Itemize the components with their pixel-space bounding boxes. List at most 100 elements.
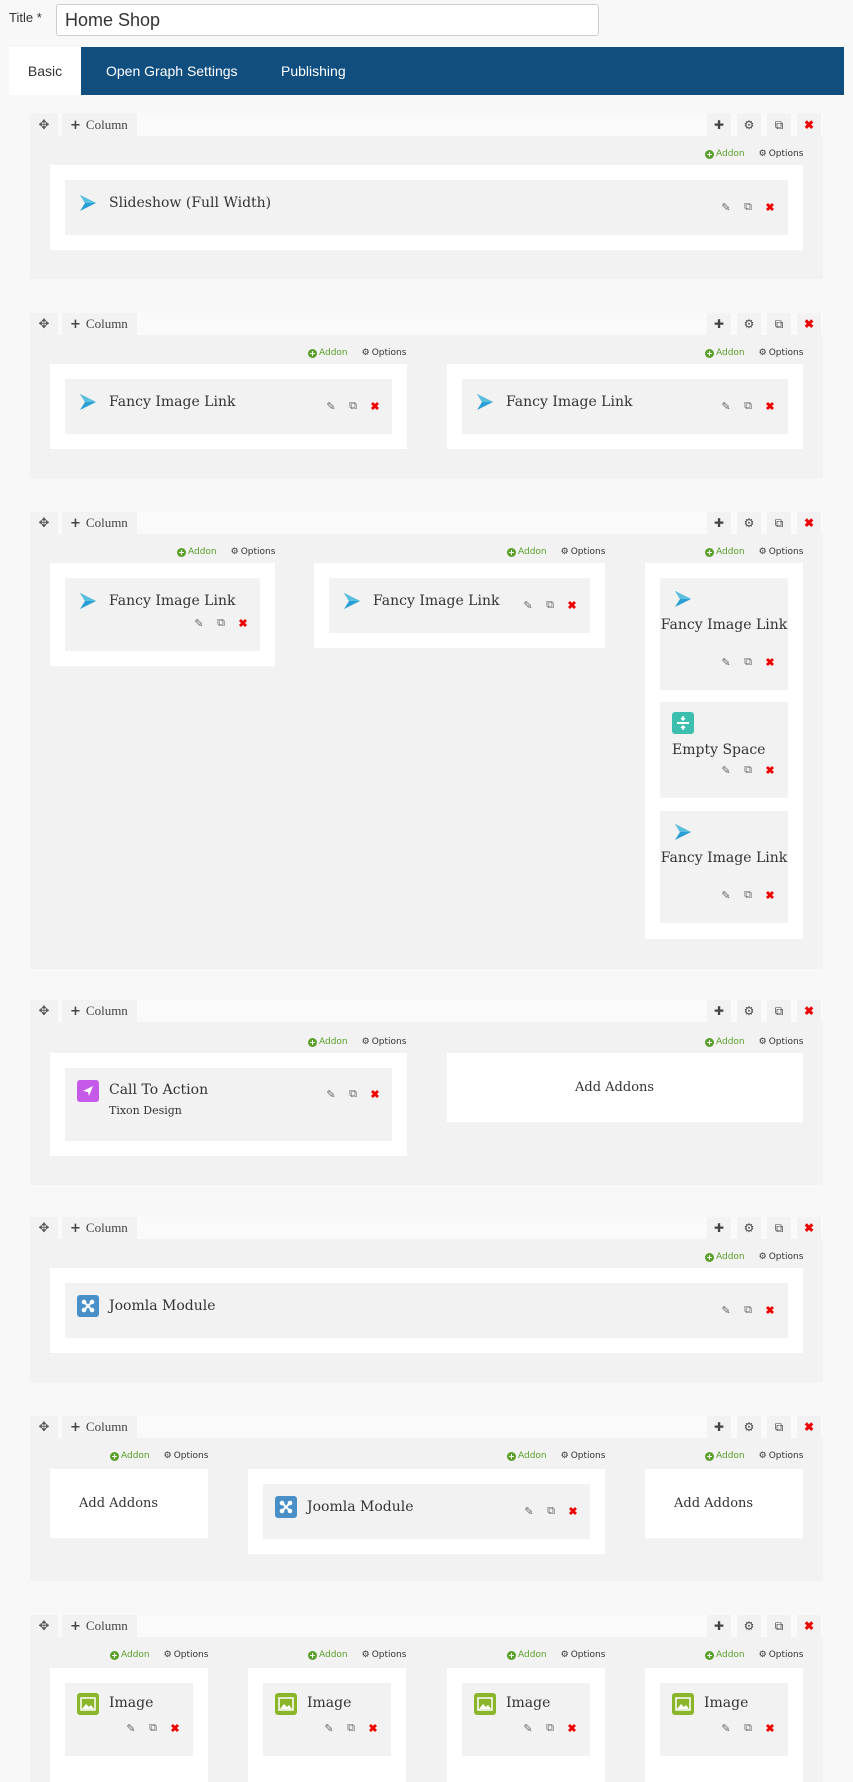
pencil-icon[interactable]: ✎	[720, 764, 732, 777]
close-icon[interactable]: ✖	[169, 1722, 181, 1735]
add-column-button[interactable]: + Column	[62, 1615, 137, 1637]
gear-icon[interactable]: ⚙	[737, 1000, 761, 1022]
add-column-button[interactable]: + Column	[62, 1217, 137, 1239]
add-row-button[interactable]: ✚	[707, 1416, 731, 1438]
column-options-button[interactable]: ⚙ Options	[759, 547, 804, 557]
copy-icon[interactable]: ⧉	[347, 400, 359, 412]
add-column-button[interactable]: + Column	[62, 313, 137, 335]
pencil-icon[interactable]: ✎	[720, 400, 732, 413]
add-row-button[interactable]: ✚	[707, 313, 731, 335]
addon-image[interactable]: Image ✎ ⧉ ✖	[65, 1683, 193, 1756]
add-addons-button[interactable]: Add Addons	[674, 1496, 753, 1511]
copy-icon[interactable]: ⧉	[767, 114, 791, 136]
tab-basic[interactable]: Basic	[9, 47, 81, 95]
pencil-icon[interactable]: ✎	[522, 599, 534, 612]
pencil-icon[interactable]: ✎	[325, 1088, 337, 1101]
addon-fancy-image-link[interactable]: Fancy Image Link ✎ ⧉ ✖	[462, 379, 788, 434]
close-icon[interactable]: ✖	[566, 1722, 578, 1735]
addon-slideshow[interactable]: Slideshow (Full Width) ✎ ⧉ ✖	[65, 180, 788, 235]
pencil-icon[interactable]: ✎	[325, 400, 337, 413]
add-addon-button[interactable]: + Addon	[308, 1037, 348, 1047]
close-icon[interactable]: ✖	[764, 201, 776, 214]
add-addon-button[interactable]: + Addon	[110, 1650, 150, 1660]
copy-icon[interactable]: ⧉	[215, 617, 227, 629]
column-options-button[interactable]: ⚙ Options	[362, 348, 407, 358]
copy-icon[interactable]: ⧉	[742, 656, 754, 668]
delete-row-icon[interactable]: ✖	[797, 1416, 821, 1438]
tab-open-graph-settings[interactable]: Open Graph Settings	[106, 47, 238, 95]
copy-icon[interactable]: ⧉	[767, 512, 791, 534]
add-addons-button[interactable]: Add Addons	[79, 1496, 158, 1511]
copy-icon[interactable]: ⧉	[347, 1088, 359, 1100]
copy-icon[interactable]: ⧉	[742, 1722, 754, 1734]
copy-icon[interactable]: ⧉	[767, 1416, 791, 1438]
close-icon[interactable]: ✖	[764, 889, 776, 902]
add-addon-button[interactable]: + Addon	[507, 547, 547, 557]
gear-icon[interactable]: ⚙	[737, 1416, 761, 1438]
add-column-button[interactable]: + Column	[62, 1000, 137, 1022]
pencil-icon[interactable]: ✎	[323, 1722, 335, 1735]
pencil-icon[interactable]: ✎	[523, 1505, 535, 1518]
column-options-button[interactable]: ⚙ Options	[231, 547, 276, 557]
copy-icon[interactable]: ⧉	[742, 201, 754, 213]
column-options-button[interactable]: ⚙ Options	[561, 1650, 606, 1660]
close-icon[interactable]: ✖	[764, 764, 776, 777]
delete-row-icon[interactable]: ✖	[797, 313, 821, 335]
add-addon-button[interactable]: + Addon	[308, 348, 348, 358]
copy-icon[interactable]: ⧉	[742, 1304, 754, 1316]
add-addon-button[interactable]: + Addon	[705, 1252, 745, 1262]
addon-joomla-module[interactable]: Joomla Module ✎ ⧉ ✖	[263, 1484, 590, 1539]
copy-icon[interactable]: ⧉	[544, 599, 556, 611]
add-column-button[interactable]: + Column	[62, 114, 137, 136]
addon-joomla-module[interactable]: Joomla Module ✎ ⧉ ✖	[65, 1283, 788, 1338]
copy-icon[interactable]: ⧉	[767, 1615, 791, 1637]
add-row-button[interactable]: ✚	[707, 1000, 731, 1022]
add-addon-button[interactable]: + Addon	[705, 547, 745, 557]
copy-icon[interactable]: ⧉	[545, 1505, 557, 1517]
add-row-button[interactable]: ✚	[707, 512, 731, 534]
move-icon[interactable]: ✥	[30, 512, 58, 534]
add-row-button[interactable]: ✚	[707, 1217, 731, 1239]
pencil-icon[interactable]: ✎	[720, 1304, 732, 1317]
gear-icon[interactable]: ⚙	[737, 512, 761, 534]
column-options-button[interactable]: ⚙ Options	[759, 1252, 804, 1262]
addon-fancy-image-link[interactable]: Fancy Image Link ✎ ⧉ ✖	[660, 578, 788, 690]
add-column-button[interactable]: + Column	[62, 1416, 137, 1438]
close-icon[interactable]: ✖	[369, 400, 381, 413]
copy-icon[interactable]: ⧉	[544, 1722, 556, 1734]
close-icon[interactable]: ✖	[367, 1722, 379, 1735]
copy-icon[interactable]: ⧉	[345, 1722, 357, 1734]
add-column-button[interactable]: + Column	[62, 512, 137, 534]
addon-fancy-image-link[interactable]: Fancy Image Link ✎ ⧉ ✖	[65, 578, 260, 651]
pencil-icon[interactable]: ✎	[522, 1722, 534, 1735]
copy-icon[interactable]: ⧉	[767, 1217, 791, 1239]
column-options-button[interactable]: ⚙ Options	[561, 547, 606, 557]
add-addon-button[interactable]: + Addon	[705, 149, 745, 159]
close-icon[interactable]: ✖	[237, 617, 249, 630]
addon-image[interactable]: Image ✎ ⧉ ✖	[263, 1683, 391, 1756]
move-icon[interactable]: ✥	[30, 1000, 58, 1022]
pencil-icon[interactable]: ✎	[125, 1722, 137, 1735]
column-options-button[interactable]: ⚙ Options	[759, 1650, 804, 1660]
close-icon[interactable]: ✖	[764, 400, 776, 413]
add-addon-button[interactable]: + Addon	[110, 1451, 150, 1461]
close-icon[interactable]: ✖	[567, 1505, 579, 1518]
addon-call-to-action[interactable]: Call To Action Tixon Design ✎ ⧉ ✖	[65, 1068, 392, 1141]
delete-row-icon[interactable]: ✖	[797, 512, 821, 534]
close-icon[interactable]: ✖	[764, 1722, 776, 1735]
addon-image[interactable]: Image ✎ ⧉ ✖	[462, 1683, 590, 1756]
move-icon[interactable]: ✥	[30, 1416, 58, 1438]
delete-row-icon[interactable]: ✖	[797, 114, 821, 136]
add-addon-button[interactable]: + Addon	[308, 1650, 348, 1660]
add-addons-button[interactable]: Add Addons	[575, 1080, 654, 1095]
pencil-icon[interactable]: ✎	[720, 889, 732, 902]
add-addon-button[interactable]: + Addon	[507, 1451, 547, 1461]
add-addon-button[interactable]: + Addon	[705, 1037, 745, 1047]
gear-icon[interactable]: ⚙	[737, 114, 761, 136]
pencil-icon[interactable]: ✎	[720, 656, 732, 669]
copy-icon[interactable]: ⧉	[742, 764, 754, 776]
column-options-button[interactable]: ⚙ Options	[362, 1650, 407, 1660]
column-options-button[interactable]: ⚙ Options	[561, 1451, 606, 1461]
column-options-button[interactable]: ⚙ Options	[164, 1650, 209, 1660]
addon-image[interactable]: Image ✎ ⧉ ✖	[660, 1683, 788, 1756]
